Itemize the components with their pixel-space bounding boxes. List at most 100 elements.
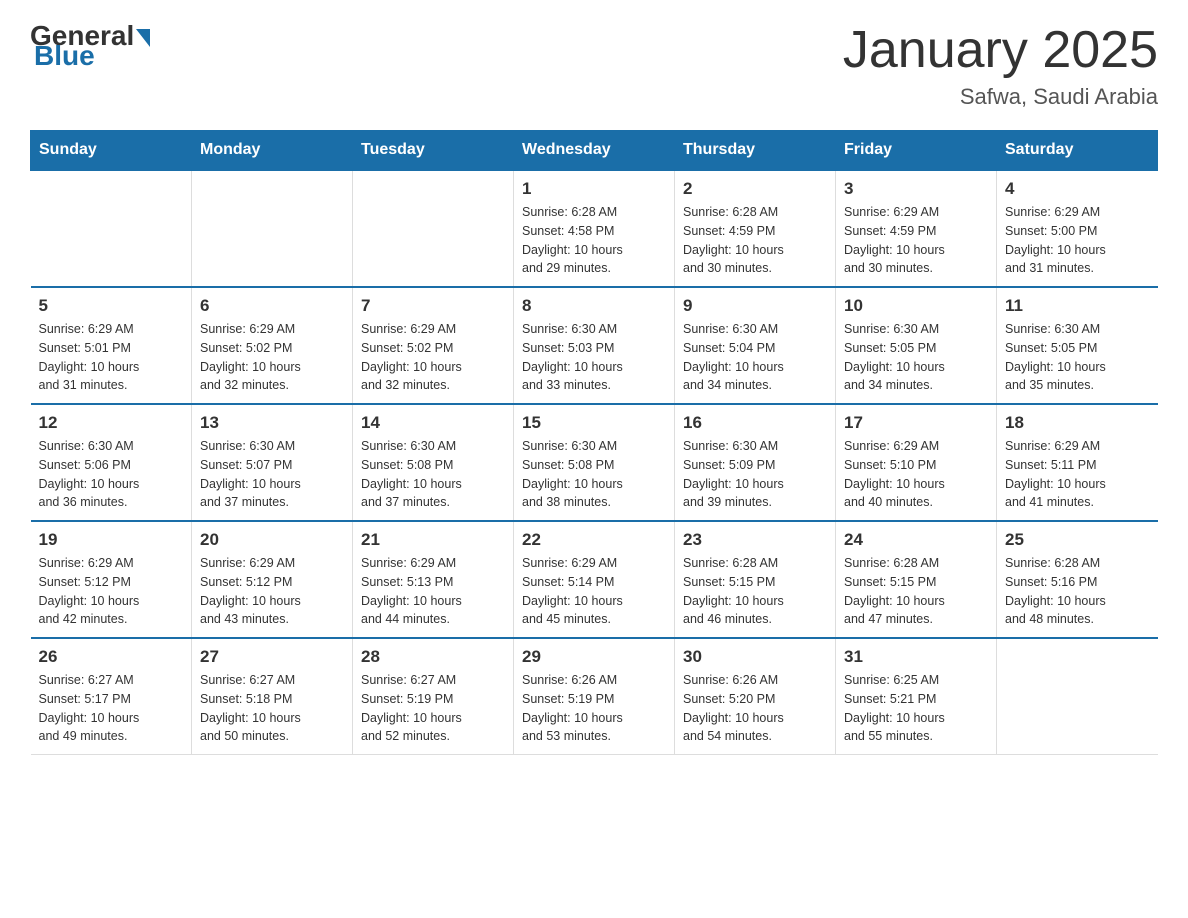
calendar-subtitle: Safwa, Saudi Arabia (843, 84, 1158, 110)
day-number: 10 (844, 296, 988, 316)
day-number: 4 (1005, 179, 1150, 199)
logo: General Blue (30, 20, 150, 72)
day-number: 21 (361, 530, 505, 550)
day-cell: 29Sunrise: 6:26 AMSunset: 5:19 PMDayligh… (514, 638, 675, 755)
day-info: Sunrise: 6:29 AMSunset: 5:01 PMDaylight:… (39, 320, 184, 395)
header-row: Sunday Monday Tuesday Wednesday Thursday… (31, 131, 1158, 171)
day-info: Sunrise: 6:29 AMSunset: 5:00 PMDaylight:… (1005, 203, 1150, 278)
day-info: Sunrise: 6:27 AMSunset: 5:18 PMDaylight:… (200, 671, 344, 746)
day-cell (353, 170, 514, 287)
day-cell: 11 Sunrise: 6:30 AMSunset: 5:05 PMDayligh… (997, 287, 1158, 404)
day-number: 14 (361, 413, 505, 433)
day-info: Sunrise: 6:29 AMSunset: 5:13 PMDaylight:… (361, 554, 505, 629)
day-info: Sunrise: 6:26 AMSunset: 5:20 PMDaylight:… (683, 671, 827, 746)
week-row-4: 19 Sunrise: 6:29 AMSunset: 5:12 PMDayligh… (31, 521, 1158, 638)
day-number: 3 (844, 179, 988, 199)
calendar-title-section: January 2025 Safwa, Saudi Arabia (843, 20, 1158, 110)
day-cell: 18Sunrise: 6:29 AMSunset: 5:11 PMDayligh… (997, 404, 1158, 521)
day-cell: 10Sunrise: 6:30 AMSunset: 5:05 PMDayligh… (836, 287, 997, 404)
day-number: 20 (200, 530, 344, 550)
day-cell: 17 Sunrise: 6:29 AMSunset: 5:10 PMDayligh… (836, 404, 997, 521)
day-info: Sunrise: 6:29 AMSunset: 4:59 PMDaylight:… (844, 203, 988, 278)
day-cell: 2 Sunrise: 6:28 AMSunset: 4:59 PMDaylight… (675, 170, 836, 287)
day-info: Sunrise: 6:30 AMSunset: 5:07 PMDaylight:… (200, 437, 344, 512)
day-number: 8 (522, 296, 666, 316)
day-number: 2 (683, 179, 827, 199)
week-row-5: 26 Sunrise: 6:27 AMSunset: 5:17 PMDayligh… (31, 638, 1158, 755)
day-cell: 21 Sunrise: 6:29 AMSunset: 5:13 PMDayligh… (353, 521, 514, 638)
day-info: Sunrise: 6:29 AMSunset: 5:12 PMDaylight:… (39, 554, 184, 629)
day-number: 19 (39, 530, 184, 550)
day-cell: 27Sunrise: 6:27 AMSunset: 5:18 PMDayligh… (192, 638, 353, 755)
day-info: Sunrise: 6:30 AMSunset: 5:09 PMDaylight:… (683, 437, 827, 512)
calendar-title: January 2025 (843, 20, 1158, 80)
col-wednesday: Wednesday (514, 131, 675, 171)
day-cell: 13 Sunrise: 6:30 AMSunset: 5:07 PMDayligh… (192, 404, 353, 521)
col-tuesday: Tuesday (353, 131, 514, 171)
day-number: 29 (522, 647, 666, 667)
day-cell: 5 Sunrise: 6:29 AMSunset: 5:01 PMDaylight… (31, 287, 192, 404)
col-saturday: Saturday (997, 131, 1158, 171)
day-info: Sunrise: 6:29 AMSunset: 5:02 PMDaylight:… (361, 320, 505, 395)
day-cell: 1Sunrise: 6:28 AMSunset: 4:58 PMDaylight… (514, 170, 675, 287)
day-number: 11 (1005, 296, 1150, 316)
day-cell: 16 Sunrise: 6:30 AMSunset: 5:09 PMDayligh… (675, 404, 836, 521)
calendar-body: 1Sunrise: 6:28 AMSunset: 4:58 PMDaylight… (31, 170, 1158, 755)
day-cell: 26 Sunrise: 6:27 AMSunset: 5:17 PMDayligh… (31, 638, 192, 755)
day-info: Sunrise: 6:27 AMSunset: 5:17 PMDaylight:… (39, 671, 184, 746)
day-cell: 30 Sunrise: 6:26 AMSunset: 5:20 PMDayligh… (675, 638, 836, 755)
day-info: Sunrise: 6:25 AMSunset: 5:21 PMDaylight:… (844, 671, 988, 746)
day-info: Sunrise: 6:29 AMSunset: 5:10 PMDaylight:… (844, 437, 988, 512)
calendar-table: Sunday Monday Tuesday Wednesday Thursday… (30, 130, 1158, 755)
day-cell: 14Sunrise: 6:30 AMSunset: 5:08 PMDayligh… (353, 404, 514, 521)
day-cell: 24Sunrise: 6:28 AMSunset: 5:15 PMDayligh… (836, 521, 997, 638)
day-number: 18 (1005, 413, 1150, 433)
day-number: 15 (522, 413, 666, 433)
day-number: 9 (683, 296, 827, 316)
day-number: 31 (844, 647, 988, 667)
day-info: Sunrise: 6:30 AMSunset: 5:04 PMDaylight:… (683, 320, 827, 395)
logo-arrow-icon (136, 29, 150, 47)
day-info: Sunrise: 6:29 AMSunset: 5:14 PMDaylight:… (522, 554, 666, 629)
day-number: 22 (522, 530, 666, 550)
day-info: Sunrise: 6:28 AMSunset: 5:15 PMDaylight:… (844, 554, 988, 629)
day-cell (31, 170, 192, 287)
day-info: Sunrise: 6:30 AMSunset: 5:06 PMDaylight:… (39, 437, 184, 512)
col-thursday: Thursday (675, 131, 836, 171)
week-row-2: 5 Sunrise: 6:29 AMSunset: 5:01 PMDaylight… (31, 287, 1158, 404)
day-info: Sunrise: 6:30 AMSunset: 5:03 PMDaylight:… (522, 320, 666, 395)
day-number: 13 (200, 413, 344, 433)
day-cell: 23 Sunrise: 6:28 AMSunset: 5:15 PMDayligh… (675, 521, 836, 638)
day-number: 23 (683, 530, 827, 550)
col-monday: Monday (192, 131, 353, 171)
day-cell: 12 Sunrise: 6:30 AMSunset: 5:06 PMDayligh… (31, 404, 192, 521)
day-cell: 6 Sunrise: 6:29 AMSunset: 5:02 PMDaylight… (192, 287, 353, 404)
day-number: 6 (200, 296, 344, 316)
day-info: Sunrise: 6:28 AMSunset: 4:59 PMDaylight:… (683, 203, 827, 278)
day-number: 26 (39, 647, 184, 667)
day-number: 30 (683, 647, 827, 667)
page-header: General Blue January 2025 Safwa, Saudi A… (30, 20, 1158, 110)
calendar-header: Sunday Monday Tuesday Wednesday Thursday… (31, 131, 1158, 171)
day-info: Sunrise: 6:27 AMSunset: 5:19 PMDaylight:… (361, 671, 505, 746)
day-info: Sunrise: 6:28 AMSunset: 5:16 PMDaylight:… (1005, 554, 1150, 629)
day-number: 16 (683, 413, 827, 433)
day-cell: 9 Sunrise: 6:30 AMSunset: 5:04 PMDaylight… (675, 287, 836, 404)
day-cell: 3 Sunrise: 6:29 AMSunset: 4:59 PMDaylight… (836, 170, 997, 287)
day-cell: 25Sunrise: 6:28 AMSunset: 5:16 PMDayligh… (997, 521, 1158, 638)
day-number: 12 (39, 413, 184, 433)
day-cell: 15 Sunrise: 6:30 AMSunset: 5:08 PMDayligh… (514, 404, 675, 521)
day-number: 17 (844, 413, 988, 433)
day-cell: 8 Sunrise: 6:30 AMSunset: 5:03 PMDaylight… (514, 287, 675, 404)
day-info: Sunrise: 6:30 AMSunset: 5:08 PMDaylight:… (522, 437, 666, 512)
day-info: Sunrise: 6:28 AMSunset: 5:15 PMDaylight:… (683, 554, 827, 629)
day-cell: 19 Sunrise: 6:29 AMSunset: 5:12 PMDayligh… (31, 521, 192, 638)
col-sunday: Sunday (31, 131, 192, 171)
logo-blue-text: Blue (34, 40, 95, 72)
day-info: Sunrise: 6:29 AMSunset: 5:02 PMDaylight:… (200, 320, 344, 395)
day-number: 7 (361, 296, 505, 316)
day-info: Sunrise: 6:30 AMSunset: 5:05 PMDaylight:… (1005, 320, 1150, 395)
day-cell: 31 Sunrise: 6:25 AMSunset: 5:21 PMDayligh… (836, 638, 997, 755)
day-number: 28 (361, 647, 505, 667)
day-number: 5 (39, 296, 184, 316)
